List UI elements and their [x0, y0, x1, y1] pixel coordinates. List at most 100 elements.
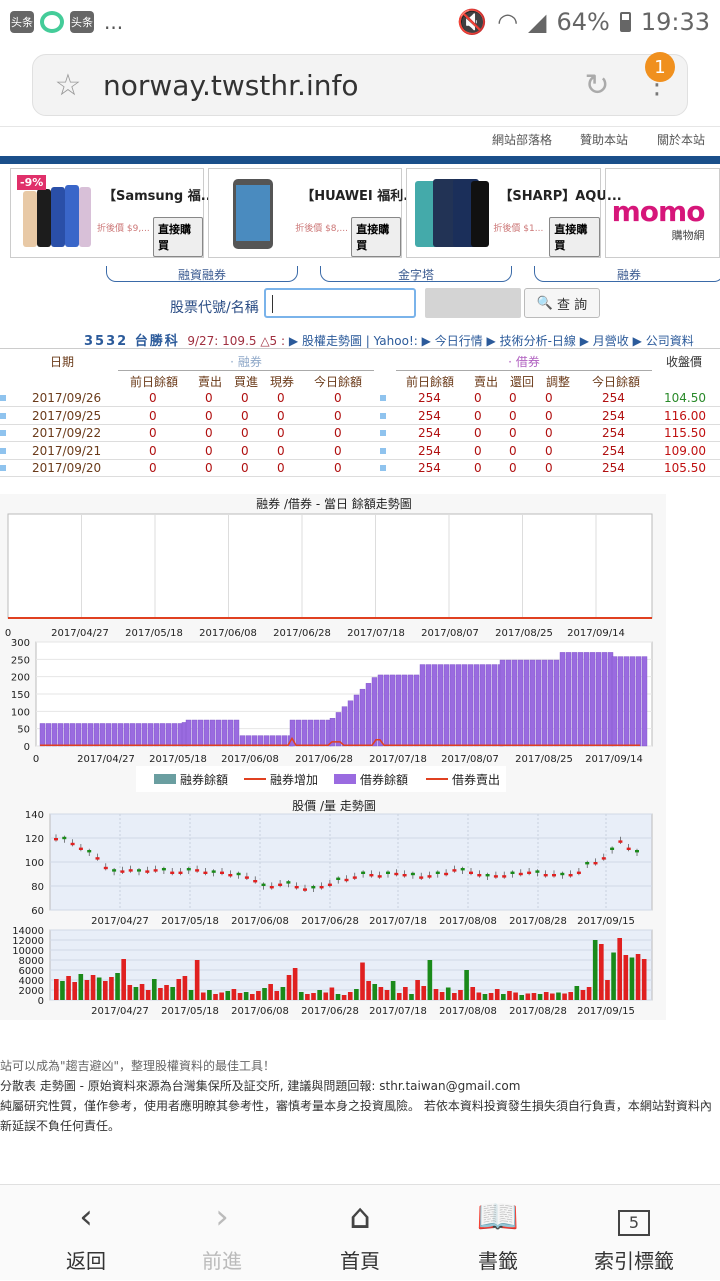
borrow-bar	[629, 656, 636, 747]
stock-select[interactable]	[425, 288, 521, 318]
volume-bar	[115, 973, 120, 1000]
url-text[interactable]: norway.twsthr.info	[103, 69, 567, 102]
phone-image	[413, 175, 491, 251]
home-button[interactable]: ⌂ 首頁	[290, 1185, 430, 1281]
star-icon[interactable]: ☆	[33, 68, 103, 103]
borrow-bar	[461, 664, 468, 747]
borrow-bar	[319, 719, 326, 747]
y-tick-label: 0	[38, 996, 44, 1007]
x-tick-label: 2017/09/15	[577, 1006, 635, 1017]
y-tick-label: 100	[25, 858, 44, 869]
stock-code-input[interactable]	[264, 288, 416, 318]
candle-body	[87, 850, 92, 853]
ad-title: 【Samsung 福...	[103, 189, 216, 204]
borrow-bar	[571, 652, 578, 747]
tabs-button[interactable]: 5 索引標籤	[564, 1185, 704, 1281]
tab-short[interactable]: 融券	[534, 266, 720, 282]
tab-pyramid[interactable]: 金字塔	[320, 266, 512, 282]
nav-about-link[interactable]: 關於本站	[657, 131, 705, 148]
volume-bar	[562, 993, 567, 1000]
borrow-bar	[389, 674, 396, 747]
short-value: 0	[241, 461, 249, 475]
link-revenue[interactable]: ▶ 月營收	[580, 334, 629, 348]
volume-bar	[574, 986, 580, 1000]
volume-bar	[390, 981, 396, 1000]
borrow-bar	[269, 735, 276, 747]
candle-body	[78, 847, 83, 850]
borrow-value: 0	[474, 391, 482, 405]
borrow-value: 0	[509, 426, 517, 440]
candle-body	[137, 869, 141, 872]
borrow-bar	[529, 659, 536, 747]
momo-logo: momo	[611, 195, 706, 228]
buy-now-button[interactable]: 直接購買	[153, 217, 204, 257]
ad-sharp[interactable]: 【SHARP】AQU... 折後價 $1... 直接購買	[406, 168, 622, 258]
tab-margin-short[interactable]: 融資融券	[106, 266, 298, 282]
legend-swatch-short	[154, 774, 176, 784]
ad-samsung[interactable]: -9% 【Samsung 福... 折後價 $9,... 直接購買	[10, 168, 216, 258]
volume-bar	[102, 981, 108, 1000]
ad-price: 折後價 $8,...	[295, 224, 348, 234]
borrow-bar	[295, 719, 302, 747]
borrow-bar	[191, 719, 198, 747]
candle-body	[220, 871, 224, 874]
bookmarks-button[interactable]: 📖 書籤	[428, 1185, 568, 1281]
query-button[interactable]: 🔍 查 詢	[524, 288, 600, 318]
volume-bar	[427, 960, 433, 1000]
borrow-bar	[301, 719, 308, 747]
link-quote[interactable]: ▶ 今日行情	[422, 334, 483, 348]
x-tick-label: 2017/08/08	[439, 916, 497, 927]
battery-percent: 64%	[556, 8, 610, 36]
nav-blog-link[interactable]: 網站部落格	[492, 131, 552, 148]
address-bar[interactable]: ☆ norway.twsthr.info ↻ ⋮ 1	[32, 52, 688, 116]
candle-body	[369, 874, 374, 877]
candle-body	[361, 871, 366, 874]
wifi-icon: ◠	[497, 8, 519, 36]
close-price: 105.50	[664, 461, 706, 475]
chart1-plot	[7, 513, 653, 619]
browser-menu-button[interactable]: ⋮ 1	[627, 52, 687, 100]
sub-borrow-today: 今日餘額	[592, 375, 641, 389]
volume-bar	[335, 994, 341, 1000]
x-tick-label: 2017/06/08	[221, 754, 279, 765]
table-row: 2017/09/25 0 0 0 0 0 254 0 0 0 254 116.00	[0, 408, 720, 425]
borrow-bar	[523, 659, 530, 747]
borrow-bar	[263, 735, 270, 747]
y-tick-label: 50	[17, 725, 30, 736]
borrow-value: 0	[474, 461, 482, 475]
short-value: 0	[149, 443, 157, 458]
nav-sponsor-link[interactable]: 贊助本站	[580, 131, 628, 148]
table-row: 2017/09/22 0 0 0 0 0 254 0 0 0 254 115.50	[0, 425, 720, 442]
volume-bar	[262, 988, 267, 1000]
candle-body	[120, 870, 125, 873]
x-tick-label: 2017/09/14	[567, 628, 625, 639]
borrow-bar	[117, 723, 124, 747]
volume-bar	[635, 954, 641, 1000]
x-tick-label: 2017/06/28	[301, 916, 359, 927]
back-button[interactable]: ‹ 返回	[16, 1185, 156, 1281]
momo-ad[interactable]: momo 購物網	[604, 168, 720, 258]
ad-huawei[interactable]: 【HUAWEI 福利... 折後價 $8,... 直接購買	[208, 168, 418, 258]
link-ownership[interactable]: ▶ 股權走勢圖	[289, 334, 362, 348]
borrow-bar	[419, 664, 426, 747]
link-company[interactable]: ▶ 公司資料	[633, 334, 694, 348]
buy-now-button[interactable]: 直接購買	[351, 217, 402, 257]
row-date: 2017/09/20	[32, 461, 102, 475]
buy-now-button[interactable]: 直接購買	[549, 217, 600, 257]
candle-body	[344, 878, 349, 882]
volume-bar	[464, 970, 469, 1000]
borrow-bar	[203, 719, 210, 747]
volume-bar	[280, 987, 286, 1000]
link-technical[interactable]: ▶ 技術分析-日線	[487, 334, 576, 348]
borrow-value: 0	[509, 391, 517, 405]
forward-button[interactable]: › 前進	[152, 1185, 292, 1281]
volume-bar	[611, 952, 616, 1000]
battery-icon	[619, 12, 631, 32]
volume-bar	[286, 975, 292, 1000]
borrow-bar	[171, 723, 178, 747]
volume-bar	[354, 989, 359, 1000]
volume-bar	[482, 994, 488, 1000]
reload-icon[interactable]: ↻	[567, 68, 627, 103]
close-price: 116.00	[664, 408, 706, 423]
candle-body	[444, 872, 449, 876]
